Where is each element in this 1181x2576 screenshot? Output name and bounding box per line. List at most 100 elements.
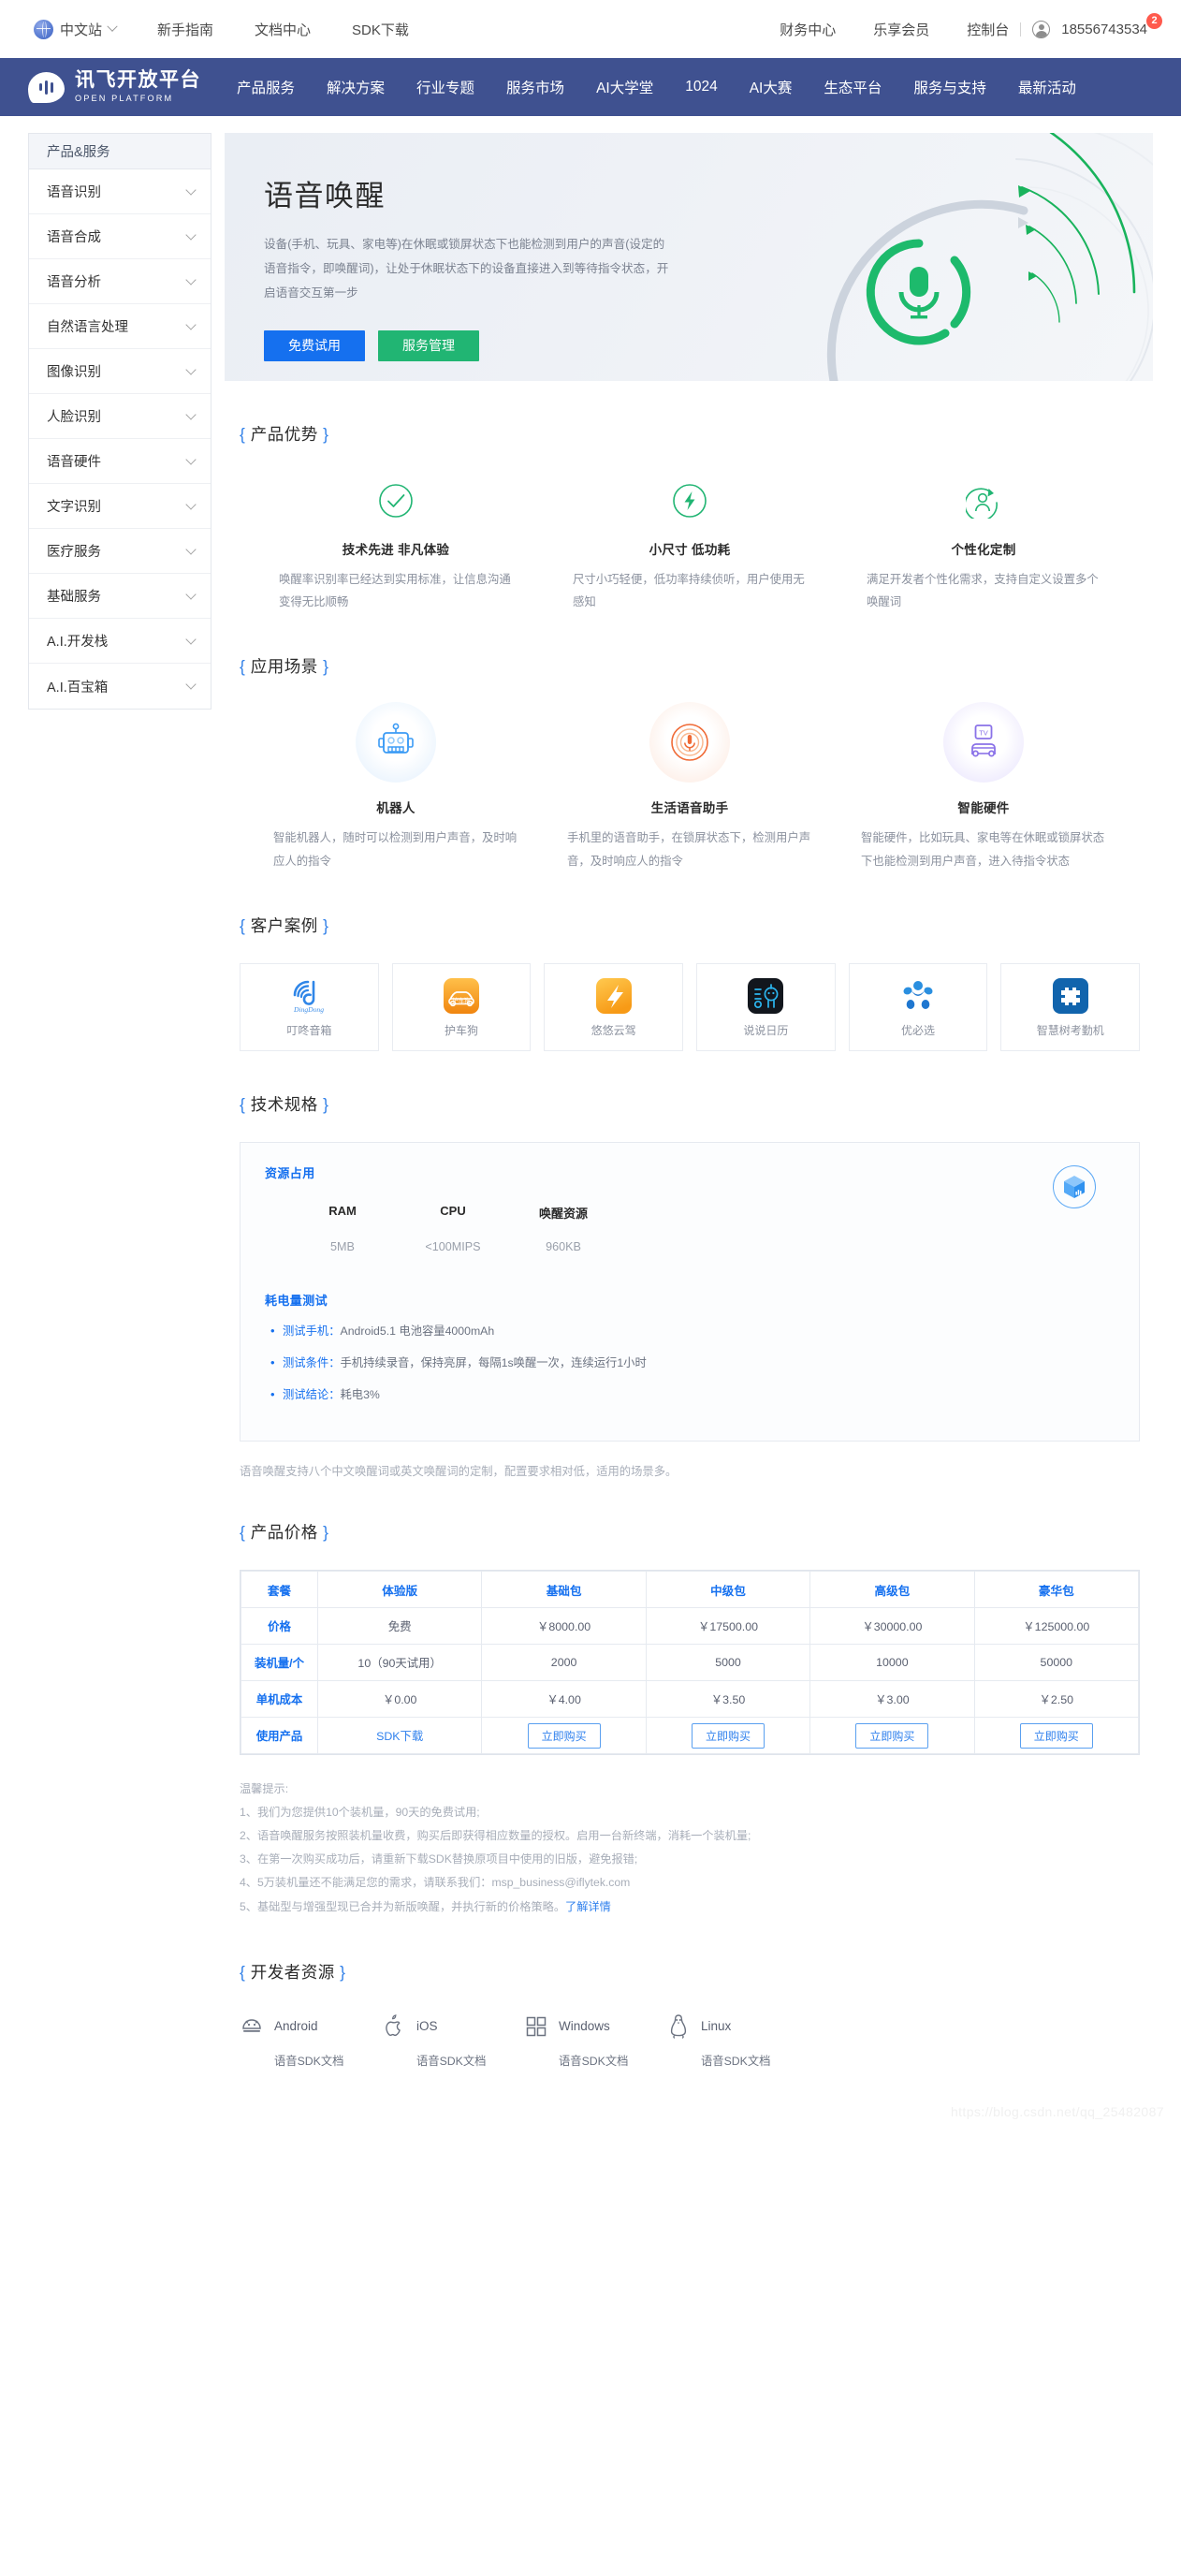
topbar-link-docs[interactable]: 文档中心 [255, 20, 311, 39]
main-navigation: 讯飞开放平台 OPEN PLATFORM 产品服务 解决方案 行业专题 服务市场… [0, 58, 1181, 116]
case-name: 智慧树考勤机 [1036, 1024, 1104, 1038]
dev-resource-android[interactable]: Android 语音SDK文档 [240, 2013, 382, 2069]
dev-resource-heading: Windows [524, 2013, 666, 2040]
dev-resource-ios[interactable]: iOS 语音SDK文档 [382, 2013, 524, 2069]
tips-line-1: 1、我们为您提供10个装机量，90天的免费试用; [240, 1806, 480, 1820]
topbar-link-member[interactable]: 乐享会员 [873, 20, 929, 39]
spec-section: { 技术规格 } 资源占用 RAM CPU 唤醒资源 5MB <100MIPS … [225, 1092, 1153, 1480]
ubtech-logo [898, 975, 938, 1017]
chevron-down-icon [185, 588, 197, 600]
scenario-name: 机器人 [376, 801, 416, 816]
advantage-desc: 尺寸小巧轻便，低功率持续侦听，用户使用无感知 [573, 573, 805, 609]
learn-more-link[interactable]: 了解详情 [565, 1900, 611, 1913]
dev-doc-link[interactable]: 语音SDK文档 [559, 2052, 666, 2069]
nav-item-products[interactable]: 产品服务 [235, 73, 297, 101]
brace-left: { [240, 1523, 246, 1543]
lightning-circle-icon [569, 479, 810, 522]
case-name: 护车狗 [445, 1024, 479, 1038]
nav-item-1024[interactable]: 1024 [683, 75, 719, 99]
sidebar-item-ocr[interactable]: 文字识别 [29, 484, 211, 529]
sidebar-item-face-recognition[interactable]: 人脸识别 [29, 394, 211, 439]
pricing-cell-sdk[interactable]: SDK下载 [316, 1717, 483, 1755]
tips-line-5: 5、基础型与增强型现已合并为新版唤醒，并执行新的价格策略。了解详情 [240, 1895, 1140, 1919]
section-heading-text: 产品价格 [250, 1523, 318, 1543]
sidebar-item-label: 图像识别 [47, 365, 101, 380]
spec-card: 资源占用 RAM CPU 唤醒资源 5MB <100MIPS 960KB 耗电量… [240, 1141, 1140, 1442]
sidebar-item-medical[interactable]: 医疗服务 [29, 529, 211, 574]
svg-text:TV: TV [979, 729, 988, 738]
sidebar-item-speech-analysis[interactable]: 语音分析 [29, 259, 211, 304]
nav-item-ecosystem[interactable]: 生态平台 [822, 73, 883, 101]
avatar[interactable] [1032, 20, 1051, 38]
sidebar-item-label: 文字识别 [47, 500, 101, 515]
locale-switcher[interactable]: 中文站 [34, 19, 118, 39]
pricing-row-label: 单机成本 [241, 1680, 318, 1719]
nav-item-market[interactable]: 服务市场 [504, 73, 566, 101]
case-card-dingdong[interactable]: DingDong 叮咚音箱 [240, 962, 379, 1051]
pricing-table-wrapper: 套餐 体验版 基础包 中级包 高级包 豪华包 价格 免费 ￥8000.00 ￥1… [240, 1570, 1140, 1756]
tips-line-4: 4、5万装机量还不能满足您的需求，请联系我们：msp_business@ifly… [240, 1876, 631, 1890]
brand-name-cn: 讯飞开放平台 [75, 67, 201, 91]
nav-item-news[interactable]: 最新活动 [1016, 73, 1078, 101]
topbar-link-finance[interactable]: 财务中心 [780, 20, 836, 39]
pricing-cell: 50000 [973, 1644, 1140, 1682]
case-card-shuoshuorili[interactable]: 说说日历 [696, 962, 836, 1051]
topbar-right-group: 财务中心 乐享会员 控制台 18556743534 2 [780, 12, 1162, 39]
dev-doc-link[interactable]: 语音SDK文档 [274, 2052, 382, 2069]
scenarios-section: { 应用场景 } 机器人 智能机器人，随时可以检测到用户声音，及时响应人的指令 … [225, 654, 1153, 871]
dev-doc-link[interactable]: 语音SDK文档 [416, 2052, 524, 2069]
cube-badge-icon [1053, 1164, 1096, 1208]
sidebar-item-label: A.I.开发栈 [47, 635, 109, 650]
sidebar: 产品&服务 语音识别 语音合成 语音分析 自然语言处理 图像识别 人脸识别 语音… [28, 133, 211, 710]
sdk-download-link[interactable]: SDK下载 [376, 1730, 423, 1743]
console-link[interactable]: 控制台 [967, 20, 1009, 39]
table-row: 单机成本 ￥0.00 ￥4.00 ￥3.50 ￥3.00 ￥2.50 [241, 1680, 1140, 1719]
brand-name-en: OPEN PLATFORM [75, 93, 174, 103]
scenario-desc: 智能机器人，随时可以检测到用户声音，及时响应人的指令 [273, 831, 518, 868]
pricing-row-label: 使用产品 [241, 1717, 318, 1755]
topbar-link-sdk[interactable]: SDK下载 [352, 20, 409, 39]
sidebar-item-basic-services[interactable]: 基础服务 [29, 574, 211, 619]
buy-now-button-mid[interactable]: 立即购买 [691, 1722, 765, 1749]
nav-item-university[interactable]: AI大学堂 [594, 73, 655, 101]
case-card-ubtech[interactable]: 优必选 [848, 962, 988, 1051]
advantage-name: 小尺寸 低功耗 [649, 543, 731, 557]
sidebar-item-label: 自然语言处理 [47, 320, 128, 335]
sidebar-item-speech-synthesis[interactable]: 语音合成 [29, 214, 211, 259]
advantage-item: 小尺寸 低功耗 尺寸小巧轻便，低功率持续侦听，用户使用无感知 [543, 479, 837, 613]
sidebar-item-label: 语音硬件 [47, 455, 101, 470]
buy-now-button-basic[interactable]: 立即购买 [527, 1722, 601, 1749]
nav-item-contest[interactable]: AI大赛 [748, 73, 795, 101]
brand-logo[interactable]: 讯飞开放平台 OPEN PLATFORM [28, 67, 201, 105]
table-row-header: 套餐 体验版 基础包 中级包 高级包 豪华包 [241, 1571, 1140, 1609]
case-card-huchegou[interactable]: 护车狗 护车狗 [391, 962, 532, 1051]
chevron-down-icon [185, 498, 197, 510]
nav-item-solutions[interactable]: 解决方案 [325, 73, 386, 101]
account-phone: 18556743534 [1061, 21, 1147, 37]
sidebar-item-speech-hardware[interactable]: 语音硬件 [29, 439, 211, 484]
pricing-cell: ￥4.00 [481, 1680, 647, 1719]
free-trial-button[interactable]: 免费试用 [264, 330, 365, 362]
topbar-link-guide[interactable]: 新手指南 [157, 20, 213, 39]
case-card-youyouyunjia[interactable]: 悠悠云驾 [544, 962, 684, 1051]
section-heading-text: 应用场景 [250, 657, 318, 677]
dev-resource-linux[interactable]: Linux 语音SDK文档 [666, 2013, 809, 2069]
account-phone-wrap[interactable]: 18556743534 2 [1061, 12, 1162, 37]
buy-now-button-deluxe[interactable]: 立即购买 [1019, 1722, 1093, 1749]
sidebar-item-ai-toolbox[interactable]: A.I.百宝箱 [29, 664, 211, 709]
service-management-button[interactable]: 服务管理 [378, 330, 479, 362]
case-card-zhihuishu[interactable]: 智慧树考勤机 [1000, 962, 1141, 1051]
sidebar-item-ai-devstack[interactable]: A.I.开发栈 [29, 619, 211, 664]
sidebar-item-speech-recognition[interactable]: 语音识别 [29, 169, 211, 214]
page-tail-spacer [225, 2069, 1153, 2134]
sidebar-item-image-recognition[interactable]: 图像识别 [29, 349, 211, 394]
dev-doc-link[interactable]: 语音SDK文档 [701, 2052, 809, 2069]
nav-item-industry[interactable]: 行业专题 [415, 73, 476, 101]
dev-resource-windows[interactable]: Windows 语音SDK文档 [524, 2013, 666, 2069]
nav-item-support[interactable]: 服务与支持 [911, 73, 988, 101]
bullet-key: 测试结论： [283, 1387, 341, 1401]
buy-now-button-high[interactable]: 立即购买 [855, 1722, 929, 1749]
sidebar-item-nlp[interactable]: 自然语言处理 [29, 304, 211, 349]
pricing-cell-buy: 立即购买 [645, 1717, 811, 1755]
brace-right: } [323, 1094, 329, 1114]
